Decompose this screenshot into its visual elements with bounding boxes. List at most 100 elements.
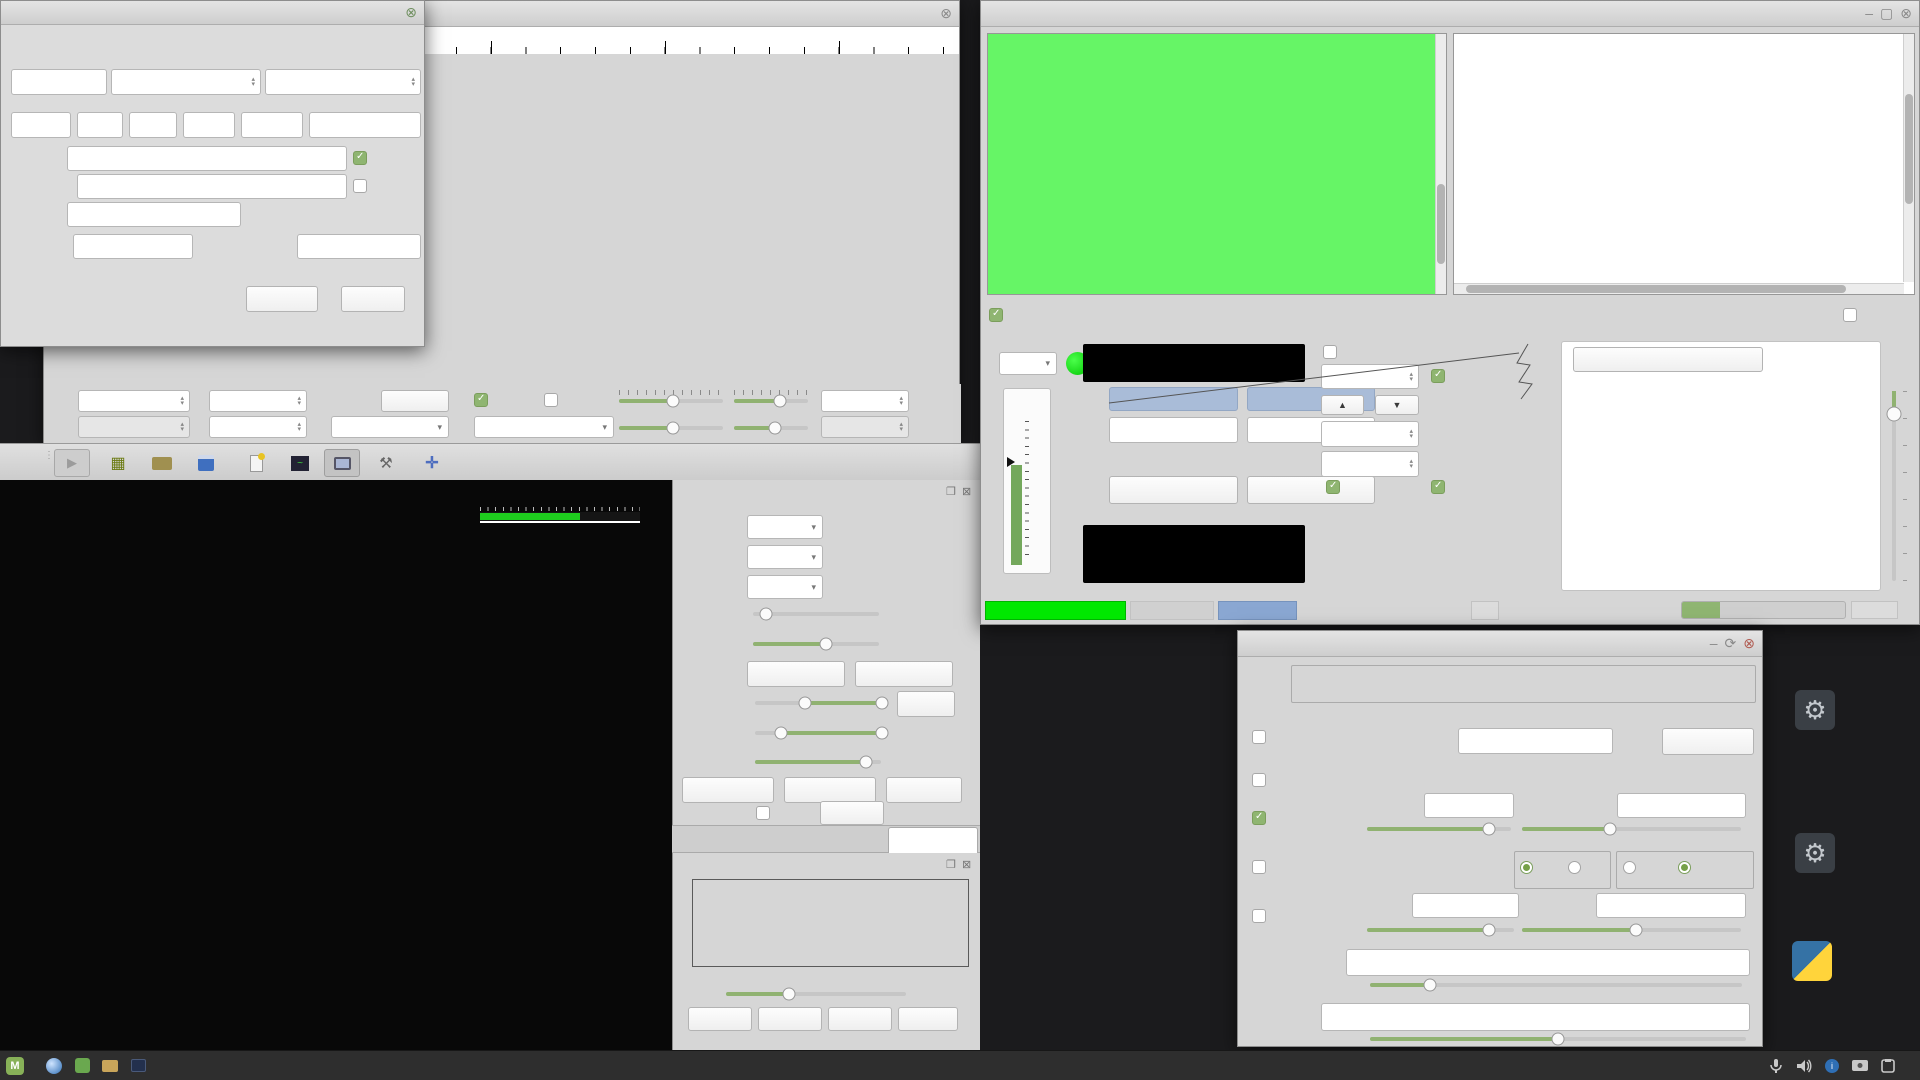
peak-detect-button[interactable] xyxy=(747,661,845,687)
microphone-tray-icon[interactable] xyxy=(1766,1056,1786,1076)
time-span-dropdown[interactable] xyxy=(747,575,823,599)
close-panel-icon[interactable]: ⊠ xyxy=(962,485,971,498)
menu-button[interactable]: M xyxy=(6,1057,30,1075)
ok-button[interactable] xyxy=(341,286,405,312)
rx-frequency-scrollbar[interactable] xyxy=(1903,34,1914,282)
udp-button[interactable] xyxy=(688,1007,752,1031)
play-button[interactable] xyxy=(828,1007,892,1031)
restore-icon[interactable]: ⟳ xyxy=(1725,635,1737,652)
gqrx-waterfall[interactable] xyxy=(43,919,672,1051)
exch-sent-field[interactable] xyxy=(73,234,193,259)
tools-icon[interactable]: ⚒ xyxy=(368,449,404,477)
baseband-gain-field[interactable] xyxy=(1617,793,1746,818)
hold-tx-checkbox[interactable] xyxy=(1431,369,1445,383)
zero2-slider[interactable] xyxy=(734,426,808,430)
end-time-field[interactable] xyxy=(265,69,421,95)
txrx-idle-button[interactable] xyxy=(1662,728,1754,755)
tx-frequency-field[interactable] xyxy=(1458,728,1613,754)
software-launcher-icon[interactable] xyxy=(72,1056,92,1076)
volume-tray-icon[interactable] xyxy=(1794,1056,1814,1076)
float-panel-icon[interactable]: ❐ xyxy=(946,858,956,871)
color-white-checkbox[interactable] xyxy=(756,806,770,820)
usb-radio[interactable] xyxy=(1678,861,1691,874)
audio-more-button[interactable] xyxy=(898,1007,958,1031)
rx-freq-spinner[interactable] xyxy=(1321,421,1419,447)
clipboard-tray-icon[interactable] xyxy=(1878,1056,1898,1076)
averaging-slider[interactable] xyxy=(753,612,879,616)
desktop-file-icon[interactable] xyxy=(1795,690,1835,730)
generate-std-msgs-button[interactable] xyxy=(1573,347,1763,372)
minimize-icon[interactable]: – xyxy=(1710,635,1718,652)
freq-corrn-field[interactable] xyxy=(1596,893,1746,918)
fine-tune-slider[interactable] xyxy=(1370,1037,1746,1041)
demod-button[interactable] xyxy=(886,777,962,803)
rf-amp-checkbox[interactable] xyxy=(1252,909,1266,923)
pandapter-slider[interactable] xyxy=(753,642,879,646)
rx-frequency-hscrollbar[interactable] xyxy=(1454,283,1904,294)
freq-corrn-slider[interactable] xyxy=(1522,928,1741,932)
log-qso-titlebar[interactable]: ⊗ xyxy=(1,1,424,25)
main-tuning-slider[interactable] xyxy=(1370,983,1742,987)
if-gain-slider[interactable] xyxy=(1367,928,1514,932)
minimize-icon[interactable]: – xyxy=(1865,5,1873,22)
iq-tools-icon[interactable]: ▦ xyxy=(100,449,136,477)
tx-power-field[interactable] xyxy=(67,146,347,171)
rpt-sent-field[interactable] xyxy=(129,112,177,138)
gain2-slider[interactable] xyxy=(619,426,723,430)
two-tone-checkbox[interactable] xyxy=(1252,773,1266,787)
rec-button[interactable] xyxy=(758,1007,822,1031)
spec-percent-spinner[interactable] xyxy=(821,390,909,412)
desktop-file-icon[interactable] xyxy=(1795,833,1835,873)
adjust-button[interactable] xyxy=(381,390,449,412)
report-spinner[interactable] xyxy=(1321,451,1419,477)
tx-freq-spinner[interactable] xyxy=(1321,364,1419,389)
bins-per-pixel-spinner[interactable] xyxy=(78,390,190,412)
ref-spec-checkbox[interactable] xyxy=(544,393,558,407)
start-freq-spinner[interactable] xyxy=(209,390,307,412)
mic-gain-field[interactable] xyxy=(1424,793,1514,818)
close-icon[interactable]: ⊗ xyxy=(1900,5,1912,22)
rate-dropdown[interactable] xyxy=(747,545,823,569)
name-field[interactable] xyxy=(309,112,421,138)
lock-button[interactable] xyxy=(897,691,955,717)
ssb-radio[interactable] xyxy=(1520,861,1533,874)
band-activity-scrollbar[interactable] xyxy=(1435,34,1446,294)
mode-field[interactable] xyxy=(11,112,71,138)
save-icon[interactable] xyxy=(188,449,224,477)
freq-zoom-slider[interactable] xyxy=(755,760,881,764)
fine-tune-field[interactable] xyxy=(1321,1003,1750,1031)
rx-frequency-panel[interactable] xyxy=(1453,33,1915,295)
voice-keyer-checkbox[interactable] xyxy=(1252,860,1266,874)
comments-field[interactable] xyxy=(77,174,347,199)
move-icon[interactable]: ✛ xyxy=(414,449,450,477)
tx-up-button[interactable]: ▲ xyxy=(1321,395,1364,415)
remote-control-icon[interactable] xyxy=(324,449,360,477)
zero-slider[interactable] xyxy=(734,399,808,403)
display-tray-icon[interactable] xyxy=(1850,1056,1870,1076)
spectrum-mode-dropdown[interactable] xyxy=(474,416,614,438)
call-field[interactable] xyxy=(11,69,107,95)
fft-plot[interactable] xyxy=(43,546,672,899)
n-avg-spinner[interactable] xyxy=(209,416,307,438)
dsp-scope-icon[interactable]: ~ xyxy=(282,449,318,477)
avcomm-titlebar[interactable]: –⟳⊗ xyxy=(1238,631,1762,657)
files-launcher-icon[interactable] xyxy=(100,1056,120,1076)
fm-radio[interactable] xyxy=(1568,861,1581,874)
band-activity-panel[interactable] xyxy=(987,33,1447,295)
lookup-button[interactable] xyxy=(1109,476,1238,504)
band-field[interactable] xyxy=(77,112,123,138)
maximize-icon[interactable]: ▢ xyxy=(1880,5,1893,22)
center-button[interactable] xyxy=(784,777,876,803)
band-dropdown[interactable] xyxy=(999,352,1057,375)
add-button[interactable] xyxy=(1247,476,1375,504)
main-tuning-field[interactable] xyxy=(1346,949,1750,976)
start-time-field[interactable] xyxy=(111,69,261,95)
tx-down-button[interactable]: ▼ xyxy=(1375,395,1419,415)
rcvd-field[interactable] xyxy=(297,234,421,259)
retain-comments-checkbox[interactable] xyxy=(353,179,367,193)
update-shield-tray-icon[interactable]: i xyxy=(1822,1056,1842,1076)
microphone-checkbox[interactable] xyxy=(1252,811,1266,825)
start-dsp-button[interactable]: ▶ xyxy=(54,449,90,477)
reset-button[interactable] xyxy=(682,777,774,803)
cq-only-checkbox[interactable] xyxy=(989,308,1003,322)
